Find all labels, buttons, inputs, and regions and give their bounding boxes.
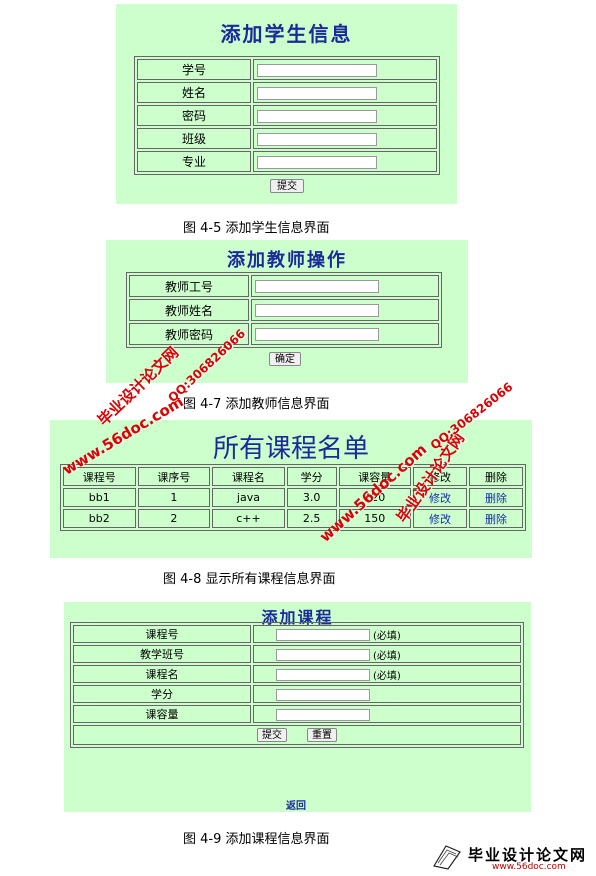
student-name-field [253, 82, 437, 103]
credit-field [253, 685, 521, 703]
column-header: 学分 [286, 467, 337, 486]
teacher-password-input[interactable] [255, 328, 379, 341]
student-name-input[interactable] [257, 86, 377, 100]
section-cell: 2 [137, 509, 211, 528]
form-row: 班级 [137, 128, 437, 149]
figure-caption: 图 4-8 显示所有课程信息界面 [163, 572, 336, 587]
edit-link[interactable]: 修改 [413, 509, 467, 528]
add-teacher-title: 添加教师操作 [227, 250, 347, 271]
course-list-table: 课程号 课序号 课程名 学分 课容量 修改 删除 bb1 1 java 3.0 … [60, 464, 526, 531]
button-row [73, 725, 521, 745]
required-note: (必填) [373, 670, 401, 682]
book-logo-icon [433, 845, 461, 870]
section-cell: 1 [137, 488, 211, 507]
site-logo: 毕业设计论文网 www.56doc.com [432, 842, 592, 872]
student-major-field [253, 151, 437, 172]
student-class-field [253, 128, 437, 149]
column-header: 删除 [469, 467, 523, 486]
figure-caption: 图 4-9 添加课程信息界面 [183, 832, 330, 847]
field-label: 课程名 [73, 665, 251, 683]
form-row [73, 725, 521, 745]
submit-button[interactable]: 提交 [270, 179, 304, 193]
teacher-name-input[interactable] [255, 304, 379, 317]
add-student-form: 学号 姓名 密码 班级 专业 [134, 56, 440, 175]
student-id-input[interactable] [257, 63, 377, 77]
field-label: 学号 [137, 59, 251, 80]
form-row: 课容量 [73, 705, 521, 723]
field-label: 教学班号 [73, 645, 251, 663]
add-student-title: 添加学生信息 [220, 22, 353, 46]
form-row: 教师姓名 [129, 299, 439, 321]
reset-button[interactable]: 重置 [307, 728, 337, 742]
course-id-cell: bb2 [63, 509, 136, 528]
class-id-field: (必填) [253, 645, 521, 663]
form-row: 课程名 (必填) [73, 665, 521, 683]
table-header-row: 课程号 课序号 课程名 学分 课容量 修改 删除 [63, 467, 523, 486]
field-label: 班级 [137, 128, 251, 149]
submit-button[interactable]: 提交 [257, 728, 287, 742]
column-header: 课程名 [212, 467, 285, 486]
student-password-input[interactable] [257, 109, 377, 123]
form-row: 学号 [137, 59, 437, 80]
field-label: 课容量 [73, 705, 251, 723]
teacher-id-input[interactable] [255, 280, 379, 293]
student-class-input[interactable] [257, 132, 377, 146]
add-teacher-form: 教师工号 教师姓名 教师密码 [126, 272, 442, 348]
form-row: 姓名 [137, 82, 437, 103]
form-row: 教师密码 [129, 323, 439, 345]
logo-url: www.56doc.com [492, 862, 566, 872]
delete-link[interactable]: 删除 [469, 509, 523, 528]
field-label: 专业 [137, 151, 251, 172]
course-name-cell: java [212, 488, 285, 507]
form-row: 专业 [137, 151, 437, 172]
credit-cell: 3.0 [286, 488, 337, 507]
credit-input[interactable] [276, 688, 370, 701]
teacher-id-field [251, 275, 439, 297]
add-student-panel: 添加学生信息 学号 姓名 密码 班级 专业 提交 [116, 4, 457, 204]
column-header: 课序号 [137, 467, 211, 486]
student-id-field [253, 59, 437, 80]
form-row: 教学班号 (必填) [73, 645, 521, 663]
course-name-field: (必填) [253, 665, 521, 683]
table-row: bb2 2 c++ 2.5 150 修改 删除 [63, 509, 523, 528]
form-row: 教师工号 [129, 275, 439, 297]
add-course-panel: 添加课程 课程号 (必填) 教学班号 (必填) 课程名 (必填) 学分 课容量 提交 … [64, 602, 531, 812]
required-note: (必填) [373, 650, 401, 662]
figure-caption: 图 4-7 添加教师信息界面 [183, 397, 330, 412]
back-link[interactable]: 返回 [286, 797, 306, 812]
teacher-password-field [251, 323, 439, 345]
form-row: 课程号 (必填) [73, 625, 521, 643]
course-name-cell: c++ [212, 509, 285, 528]
add-course-form: 课程号 (必填) 教学班号 (必填) 课程名 (必填) 学分 课容量 [70, 622, 524, 748]
table-row: bb1 1 java 3.0 120 修改 删除 [63, 488, 523, 507]
form-row: 密码 [137, 105, 437, 126]
field-label: 教师工号 [129, 275, 249, 297]
course-id-cell: bb1 [63, 488, 136, 507]
student-password-field [253, 105, 437, 126]
teacher-name-field [251, 299, 439, 321]
student-major-input[interactable] [257, 155, 377, 169]
form-row: 学分 [73, 685, 521, 703]
course-id-field: (必填) [253, 625, 521, 643]
delete-link[interactable]: 删除 [469, 488, 523, 507]
class-id-input[interactable] [276, 649, 370, 661]
confirm-button[interactable]: 确定 [269, 352, 301, 366]
field-label: 密码 [137, 105, 251, 126]
required-note: (必填) [373, 630, 401, 642]
field-label: 课程号 [73, 625, 251, 643]
capacity-field [253, 705, 521, 723]
field-label: 学分 [73, 685, 251, 703]
capacity-input[interactable] [276, 708, 370, 721]
field-label: 教师姓名 [129, 299, 249, 321]
course-id-input[interactable] [276, 629, 370, 641]
field-label: 姓名 [137, 82, 251, 103]
course-name-input[interactable] [276, 669, 370, 681]
figure-caption: 图 4-5 添加学生信息界面 [183, 221, 330, 236]
